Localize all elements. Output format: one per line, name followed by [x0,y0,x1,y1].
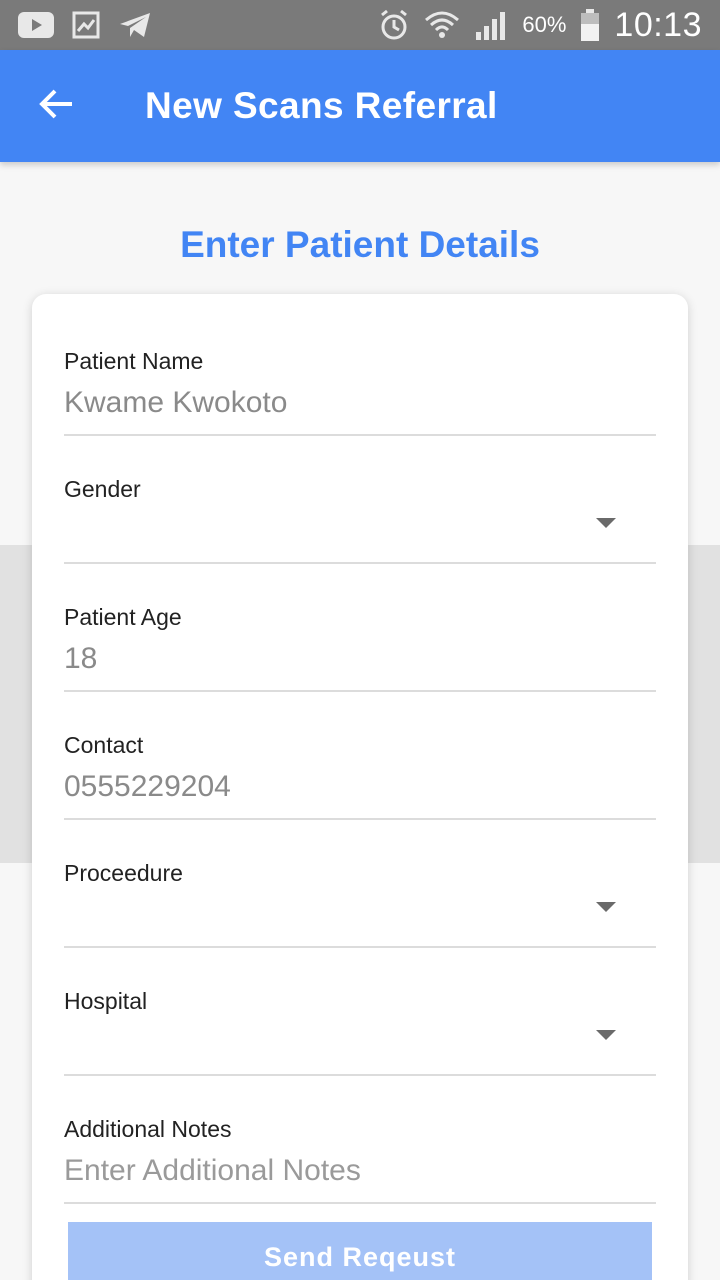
patient-age-field[interactable]: Patient Age [64,564,656,692]
send-request-button[interactable]: Send Reqeust [68,1222,652,1280]
additional-notes-input[interactable] [64,1154,604,1188]
patient-age-input[interactable] [64,642,604,676]
page-title: New Scans Referral [145,85,498,126]
app-bar: New Scans Referral [0,50,720,162]
procedure-dropdown[interactable]: Proceedure [64,820,656,948]
additional-notes-field[interactable]: Additional Notes [64,1076,656,1204]
signal-icon [474,10,508,40]
contact-input[interactable] [64,770,604,804]
patient-name-field[interactable]: Patient Name [64,308,656,436]
form-heading: Enter Patient Details [180,224,540,265]
field-label: Hospital [64,988,148,1014]
hospital-dropdown[interactable]: Hospital [64,948,656,1076]
field-label: Contact [64,732,144,758]
dropdown-arrow-icon[interactable] [596,518,616,528]
telegram-icon [118,11,152,39]
status-bar: 60% 10:13 [0,0,720,50]
wifi-icon [424,8,460,42]
back-button[interactable] [0,50,112,162]
arrow-back-icon [38,88,74,125]
field-label: Patient Age [64,604,182,630]
alarm-icon [378,9,410,41]
battery-icon [580,9,600,41]
contact-field[interactable]: Contact [64,692,656,820]
patient-name-input[interactable] [64,386,604,420]
dropdown-arrow-icon[interactable] [596,902,616,912]
field-label: Gender [64,476,141,502]
field-label: Proceedure [64,860,183,886]
gender-dropdown[interactable]: Gender [64,436,656,564]
field-label: Additional Notes [64,1116,232,1142]
youtube-icon [18,12,54,38]
dropdown-arrow-icon[interactable] [596,1030,616,1040]
gallery-icon [72,11,100,39]
field-label: Patient Name [64,348,204,374]
clock: 10:13 [614,5,702,44]
battery-percentage: 60% [522,12,567,37]
patient-details-card: Patient Name Gender Patient Age Contact … [32,294,688,1280]
